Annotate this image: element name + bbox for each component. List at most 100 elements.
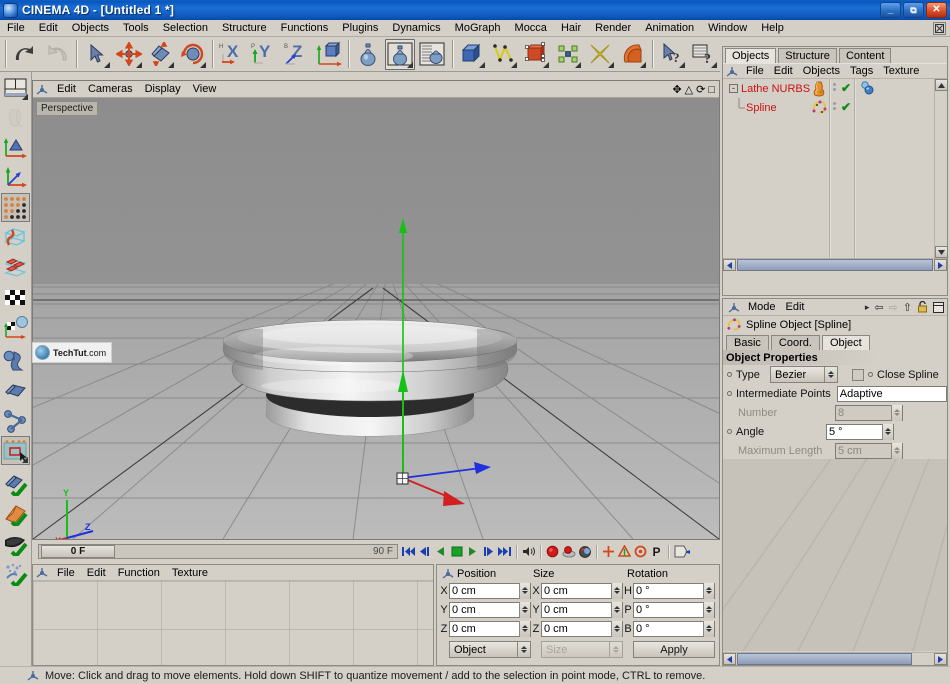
sound-button[interactable]: [521, 544, 536, 560]
minimize-button[interactable]: _: [880, 2, 901, 18]
viewport-canvas[interactable]: Y X Z: [33, 98, 719, 539]
menu-animation[interactable]: Animation: [638, 21, 701, 35]
size-x-stepper[interactable]: [611, 582, 622, 599]
viewport-move-icon[interactable]: ✥: [672, 83, 681, 96]
render-view-button[interactable]: [353, 39, 383, 70]
move-tool-button[interactable]: [114, 39, 144, 70]
tab-structure[interactable]: Structure: [778, 48, 837, 63]
timeline-track[interactable]: 0 F 90 F: [38, 544, 398, 559]
viewport-maximize-icon[interactable]: □: [708, 84, 715, 96]
undo-button[interactable]: [10, 39, 40, 70]
modeling-object-button[interactable]: [553, 39, 583, 70]
enable-check-spline[interactable]: ✔: [841, 101, 851, 113]
spline-pen-button[interactable]: [489, 39, 519, 70]
z-axis-lock-button[interactable]: Z B: [282, 39, 312, 70]
size-y-stepper[interactable]: [611, 601, 622, 618]
material-list[interactable]: [33, 581, 433, 665]
type-arrow-icon[interactable]: [824, 367, 837, 382]
visibility-dots-spline[interactable]: [833, 102, 836, 110]
enable-axis-button[interactable]: [1, 469, 30, 498]
scale-tool-button[interactable]: [146, 39, 176, 70]
position-z-stepper[interactable]: [519, 620, 530, 637]
pla-button[interactable]: [673, 544, 691, 560]
scroll-right-button[interactable]: [934, 653, 947, 665]
autokeying-button[interactable]: [561, 544, 576, 560]
menu-help[interactable]: Help: [754, 21, 791, 35]
rotation-b-field[interactable]: 0 °: [633, 620, 715, 637]
position-z-field[interactable]: 0 cm: [449, 620, 531, 637]
key-position-button[interactable]: [601, 544, 616, 560]
object-menu-texture[interactable]: Texture: [878, 64, 924, 78]
edges-mode-button[interactable]: [1, 223, 30, 252]
viewport-menu-view[interactable]: View: [187, 82, 223, 96]
rotation-p-stepper[interactable]: [703, 601, 714, 618]
menu-dynamics[interactable]: Dynamics: [385, 21, 447, 35]
tree-expander-lathe[interactable]: -: [729, 84, 738, 93]
menu-mograph[interactable]: MoGraph: [448, 21, 508, 35]
x-axis-lock-button[interactable]: X H: [217, 39, 247, 70]
type-select[interactable]: Bezier: [770, 366, 838, 383]
record-button[interactable]: [545, 544, 560, 560]
menu-plugins[interactable]: Plugins: [335, 21, 385, 35]
goto-start-button[interactable]: [401, 544, 416, 560]
viewport-menu-display[interactable]: Display: [139, 82, 187, 96]
tab-object[interactable]: Object: [821, 335, 870, 350]
deformer-button[interactable]: [585, 39, 615, 70]
texture-axis-mode-button[interactable]: [1, 313, 30, 342]
object-name-spline[interactable]: Spline: [746, 102, 777, 114]
menu-mocca[interactable]: Mocca: [508, 21, 554, 35]
viewport-menu-edit[interactable]: Edit: [51, 82, 82, 96]
apply-button[interactable]: Apply: [633, 641, 715, 658]
viewport-solo-button[interactable]: [1, 436, 30, 465]
scene-object-button[interactable]: [618, 39, 648, 70]
rotation-h-field[interactable]: 0 °: [633, 582, 715, 599]
primitive-cube-button[interactable]: [456, 39, 486, 70]
tab-coord[interactable]: Coord.: [770, 335, 820, 350]
position-y-field[interactable]: 0 cm: [449, 601, 531, 618]
redo-button[interactable]: [42, 39, 72, 70]
table-row[interactable]: Spline ✔: [723, 98, 947, 117]
timeline-current-frame[interactable]: 0 F: [41, 545, 115, 558]
menu-tools[interactable]: Tools: [116, 21, 156, 35]
render-picture-viewer-button[interactable]: [385, 38, 416, 70]
nurbs-button[interactable]: [521, 39, 551, 70]
rotation-p-field[interactable]: 0 °: [633, 601, 715, 618]
keyframe-selection-button[interactable]: [577, 544, 592, 560]
visibility-dots-lathe[interactable]: [833, 83, 836, 91]
mdi-close-button[interactable]: [933, 22, 946, 35]
object-tree-hscrollbar[interactable]: [723, 258, 947, 271]
attr-back-icon[interactable]: ⇦: [874, 301, 883, 314]
close-spline-checkbox[interactable]: [852, 368, 864, 381]
restore-button[interactable]: ⧉: [903, 2, 924, 18]
play-forward-button[interactable]: [465, 544, 480, 560]
angle-stepper[interactable]: [882, 423, 893, 440]
coordinate-mode-select[interactable]: Object: [449, 641, 531, 658]
attr-up-icon[interactable]: ⇧: [903, 301, 912, 314]
rotation-h-stepper[interactable]: [703, 582, 714, 599]
attr-lock-icon[interactable]: [917, 301, 928, 313]
rotation-b-stepper[interactable]: [703, 620, 714, 637]
texture-mode-button[interactable]: [1, 283, 30, 312]
key-scale-button[interactable]: [617, 544, 632, 560]
object-menu-objects[interactable]: Objects: [798, 64, 845, 78]
key-rotation-button[interactable]: [633, 544, 648, 560]
y-axis-lock-button[interactable]: Y P: [249, 39, 279, 70]
phong-tag-icon[interactable]: [859, 81, 875, 99]
scroll-left-button[interactable]: [723, 653, 736, 665]
object-tree[interactable]: - Lathe NURBS ✔ Spline ✔: [723, 79, 948, 271]
menu-objects[interactable]: Objects: [65, 21, 116, 35]
object-tree-vscrollbar[interactable]: [934, 79, 948, 258]
object-name-lathe-nurbs[interactable]: Lathe NURBS: [741, 83, 810, 95]
layout-button[interactable]: [1, 73, 30, 102]
render-settings-button[interactable]: [417, 39, 447, 70]
coordinate-mode-arrow-icon[interactable]: [517, 642, 530, 657]
object-axis-mode-button[interactable]: [1, 163, 30, 192]
size-mode-select[interactable]: Size: [541, 641, 623, 658]
attr-panel-icon[interactable]: [933, 301, 944, 313]
attribute-menu-mode[interactable]: Mode: [743, 300, 781, 314]
scroll-left-button[interactable]: [723, 259, 736, 271]
tab-basic[interactable]: Basic: [726, 335, 769, 350]
enable-quantize-button[interactable]: [1, 529, 30, 558]
viewport-menu-cameras[interactable]: Cameras: [82, 82, 139, 96]
ik-chain-button[interactable]: [1, 406, 30, 435]
